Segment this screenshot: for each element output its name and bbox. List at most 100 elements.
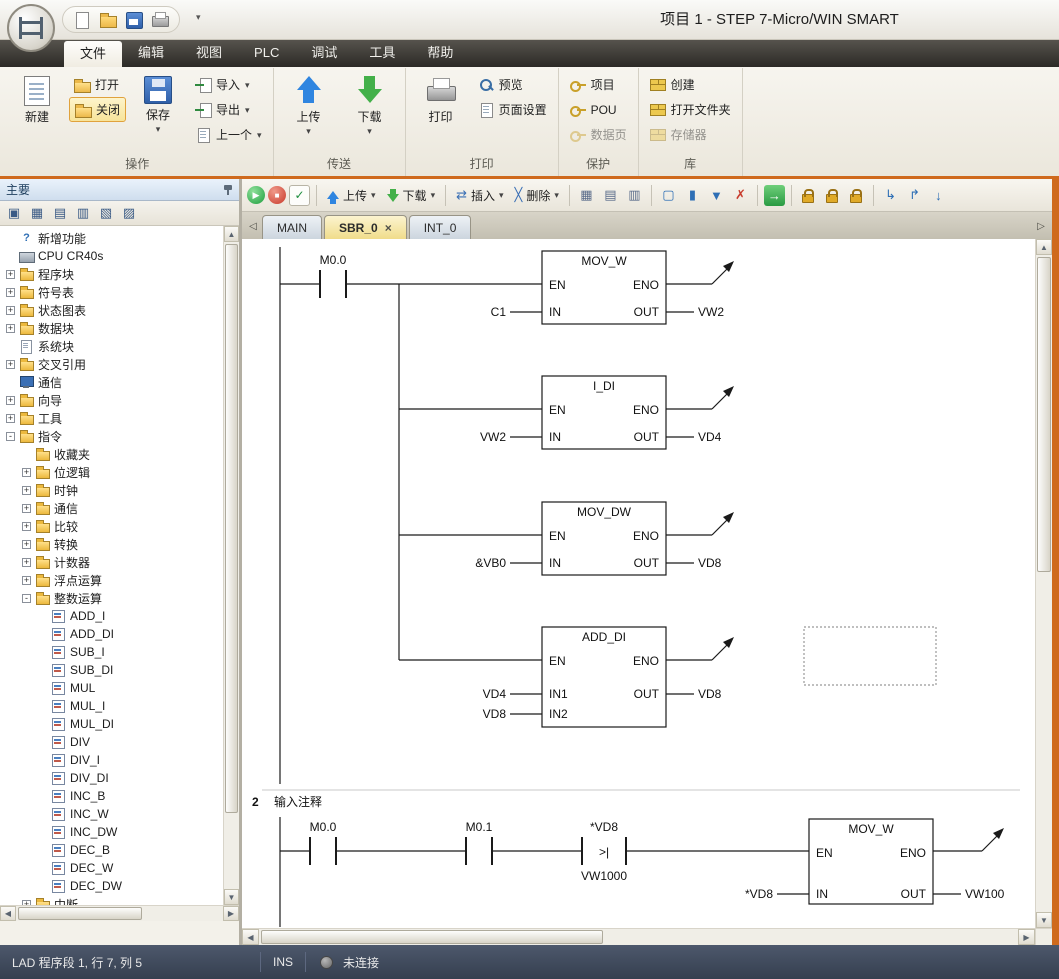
pin-icon[interactable] [223, 184, 233, 196]
tree-expander-icon[interactable]: + [22, 522, 31, 531]
tree-item[interactable]: ADD_I [0, 607, 223, 625]
tree-item[interactable]: +交叉引用 [0, 355, 223, 373]
tree-expander-icon[interactable]: - [22, 594, 31, 603]
run-icon[interactable]: ▶ [247, 186, 265, 204]
menu-tab-plc[interactable]: PLC [238, 40, 295, 67]
tree-expander-icon[interactable]: + [6, 396, 15, 405]
upload-toolbar-button[interactable]: 上传 ▾ [323, 184, 380, 207]
library-create-button[interactable]: 创建 [645, 72, 736, 97]
tree-item[interactable]: 系统块 [0, 337, 223, 355]
insert-branch-down-icon[interactable]: ↳ [880, 185, 901, 206]
selection-box-icon[interactable]: ▢ [658, 185, 679, 206]
tree-expander-icon[interactable]: + [6, 324, 15, 333]
toggle-symbols-icon[interactable]: ▥ [624, 185, 645, 206]
lock-icon[interactable] [798, 185, 819, 206]
protect-pou-button[interactable]: POU [565, 97, 632, 122]
editor-vertical-scrollbar[interactable]: ▲ ▼ [1035, 239, 1052, 928]
scroll-down-icon[interactable]: ▼ [1036, 912, 1052, 928]
app-logo-icon[interactable] [7, 4, 55, 52]
bookmark-icon[interactable]: ▮ [682, 185, 703, 206]
tab-scroll-right-icon[interactable]: ▷ [1032, 214, 1050, 239]
tree-item[interactable]: 收藏夹 [0, 445, 223, 463]
tree-item[interactable]: INC_B [0, 787, 223, 805]
block-view-icon[interactable]: ▤ [50, 204, 70, 223]
close-button[interactable]: 关闭 [69, 97, 126, 122]
export-button[interactable]: 导出 ▾ [190, 97, 267, 122]
menu-tab-help[interactable]: 帮助 [411, 40, 469, 67]
ladder-diagram[interactable]: M0.0 MOV_W EN ENO IN C1 OUT VW2 I_DI EN … [242, 239, 1032, 928]
export-dropdown-icon[interactable]: ▾ [245, 106, 250, 114]
stop-icon[interactable]: ■ [268, 186, 286, 204]
tree-item[interactable]: ADD_DI [0, 625, 223, 643]
scroll-right-icon[interactable]: ▶ [1018, 929, 1035, 945]
scroll-left-icon[interactable]: ◀ [0, 906, 16, 921]
open-button[interactable]: 打开 [69, 72, 126, 97]
delete-button[interactable]: ╳ 删除 ▾ [511, 184, 563, 207]
tree-expander-icon[interactable]: + [6, 306, 15, 315]
tree-item[interactable]: +位逻辑 [0, 463, 223, 481]
tree-expander-icon[interactable]: + [22, 540, 31, 549]
sidebar-hscroll-thumb[interactable] [18, 907, 142, 920]
tree-item[interactable]: -整数运算 [0, 589, 223, 607]
menu-tab-file[interactable]: 文件 [64, 41, 122, 67]
save-button[interactable]: 保存 ▾ [129, 72, 187, 135]
protect-project-button[interactable]: 项目 [565, 72, 632, 97]
tree-expander-icon[interactable]: + [6, 360, 15, 369]
tree-item[interactable]: +比较 [0, 517, 223, 535]
scroll-left-icon[interactable]: ◀ [242, 929, 259, 945]
tree-item[interactable]: +计数器 [0, 553, 223, 571]
tab-scroll-left-icon[interactable]: ◁ [244, 214, 262, 239]
upload-dropdown-icon[interactable]: ▾ [306, 127, 311, 135]
tree-expander-icon[interactable]: - [6, 432, 15, 441]
print-button[interactable]: 打印 [412, 72, 470, 127]
tree-item[interactable]: ?新增功能 [0, 229, 223, 247]
tree-item[interactable]: SUB_DI [0, 661, 223, 679]
tree-item[interactable]: +通信 [0, 499, 223, 517]
tree-expander-icon[interactable]: + [6, 288, 15, 297]
toggle-addressing-icon[interactable]: ▤ [600, 185, 621, 206]
editor-vscroll-track[interactable] [1036, 255, 1052, 912]
insert-button[interactable]: ⇄ 插入 ▾ [452, 184, 507, 207]
sidebar-hscroll-track[interactable] [16, 906, 223, 921]
ladder-editor-canvas[interactable]: M0.0 MOV_W EN ENO IN C1 OUT VW2 I_DI EN … [242, 239, 1035, 928]
previous-dropdown-icon[interactable]: ▾ [257, 131, 262, 139]
sidebar-vertical-scrollbar[interactable]: ▲ ▼ [223, 226, 239, 905]
tree-item[interactable]: +数据块 [0, 319, 223, 337]
data-view-icon[interactable]: ▧ [96, 204, 116, 223]
tree-item[interactable]: SUB_I [0, 643, 223, 661]
menu-tab-view[interactable]: 视图 [180, 40, 238, 67]
tree-item[interactable]: -指令 [0, 427, 223, 445]
tree-item[interactable]: DEC_DW [0, 877, 223, 895]
editor-vscroll-thumb[interactable] [1037, 257, 1051, 572]
scroll-up-icon[interactable]: ▲ [1036, 239, 1052, 255]
tree-expander-icon[interactable]: + [22, 468, 31, 477]
scroll-up-icon[interactable]: ▲ [224, 226, 239, 242]
insert-vertical-icon[interactable]: ↓ [928, 185, 949, 206]
upload-button[interactable]: 上传 ▾ [280, 72, 338, 137]
insert-dropdown-icon[interactable]: ▾ [499, 191, 504, 199]
scroll-down-icon[interactable]: ▼ [224, 889, 239, 905]
delete-dropdown-icon[interactable]: ▾ [554, 191, 559, 199]
goto-icon[interactable]: → [764, 185, 785, 206]
tree-item[interactable]: DEC_B [0, 841, 223, 859]
sidebar-horizontal-scrollbar[interactable]: ◀ ▶ [0, 905, 239, 921]
download-toolbar-dropdown-icon[interactable]: ▾ [431, 191, 436, 199]
library-open-folder-button[interactable]: 打开文件夹 [645, 97, 736, 122]
monitor-view-icon[interactable]: ▣ [4, 204, 24, 223]
toggle-grid-icon[interactable]: ▦ [576, 185, 597, 206]
tree-expander-icon[interactable]: + [22, 504, 31, 513]
tree-item[interactable]: +状态图表 [0, 301, 223, 319]
tree-item[interactable]: 通信 [0, 373, 223, 391]
tree-item[interactable]: CPU CR40s [0, 247, 223, 265]
editor-hscroll-track[interactable] [259, 929, 1018, 945]
tree-expander-icon[interactable]: + [22, 486, 31, 495]
tree-item[interactable]: MUL_I [0, 697, 223, 715]
sidebar-vscroll-track[interactable] [224, 242, 239, 889]
tree-item[interactable]: +中断 [0, 895, 223, 905]
download-dropdown-icon[interactable]: ▾ [367, 127, 372, 135]
tree-expander-icon[interactable]: + [6, 414, 15, 423]
tree-expander-icon[interactable]: + [22, 576, 31, 585]
compile-icon[interactable]: ✓ [289, 185, 310, 206]
insert-branch-up-icon[interactable]: ↱ [904, 185, 925, 206]
tree-item[interactable]: DEC_W [0, 859, 223, 877]
